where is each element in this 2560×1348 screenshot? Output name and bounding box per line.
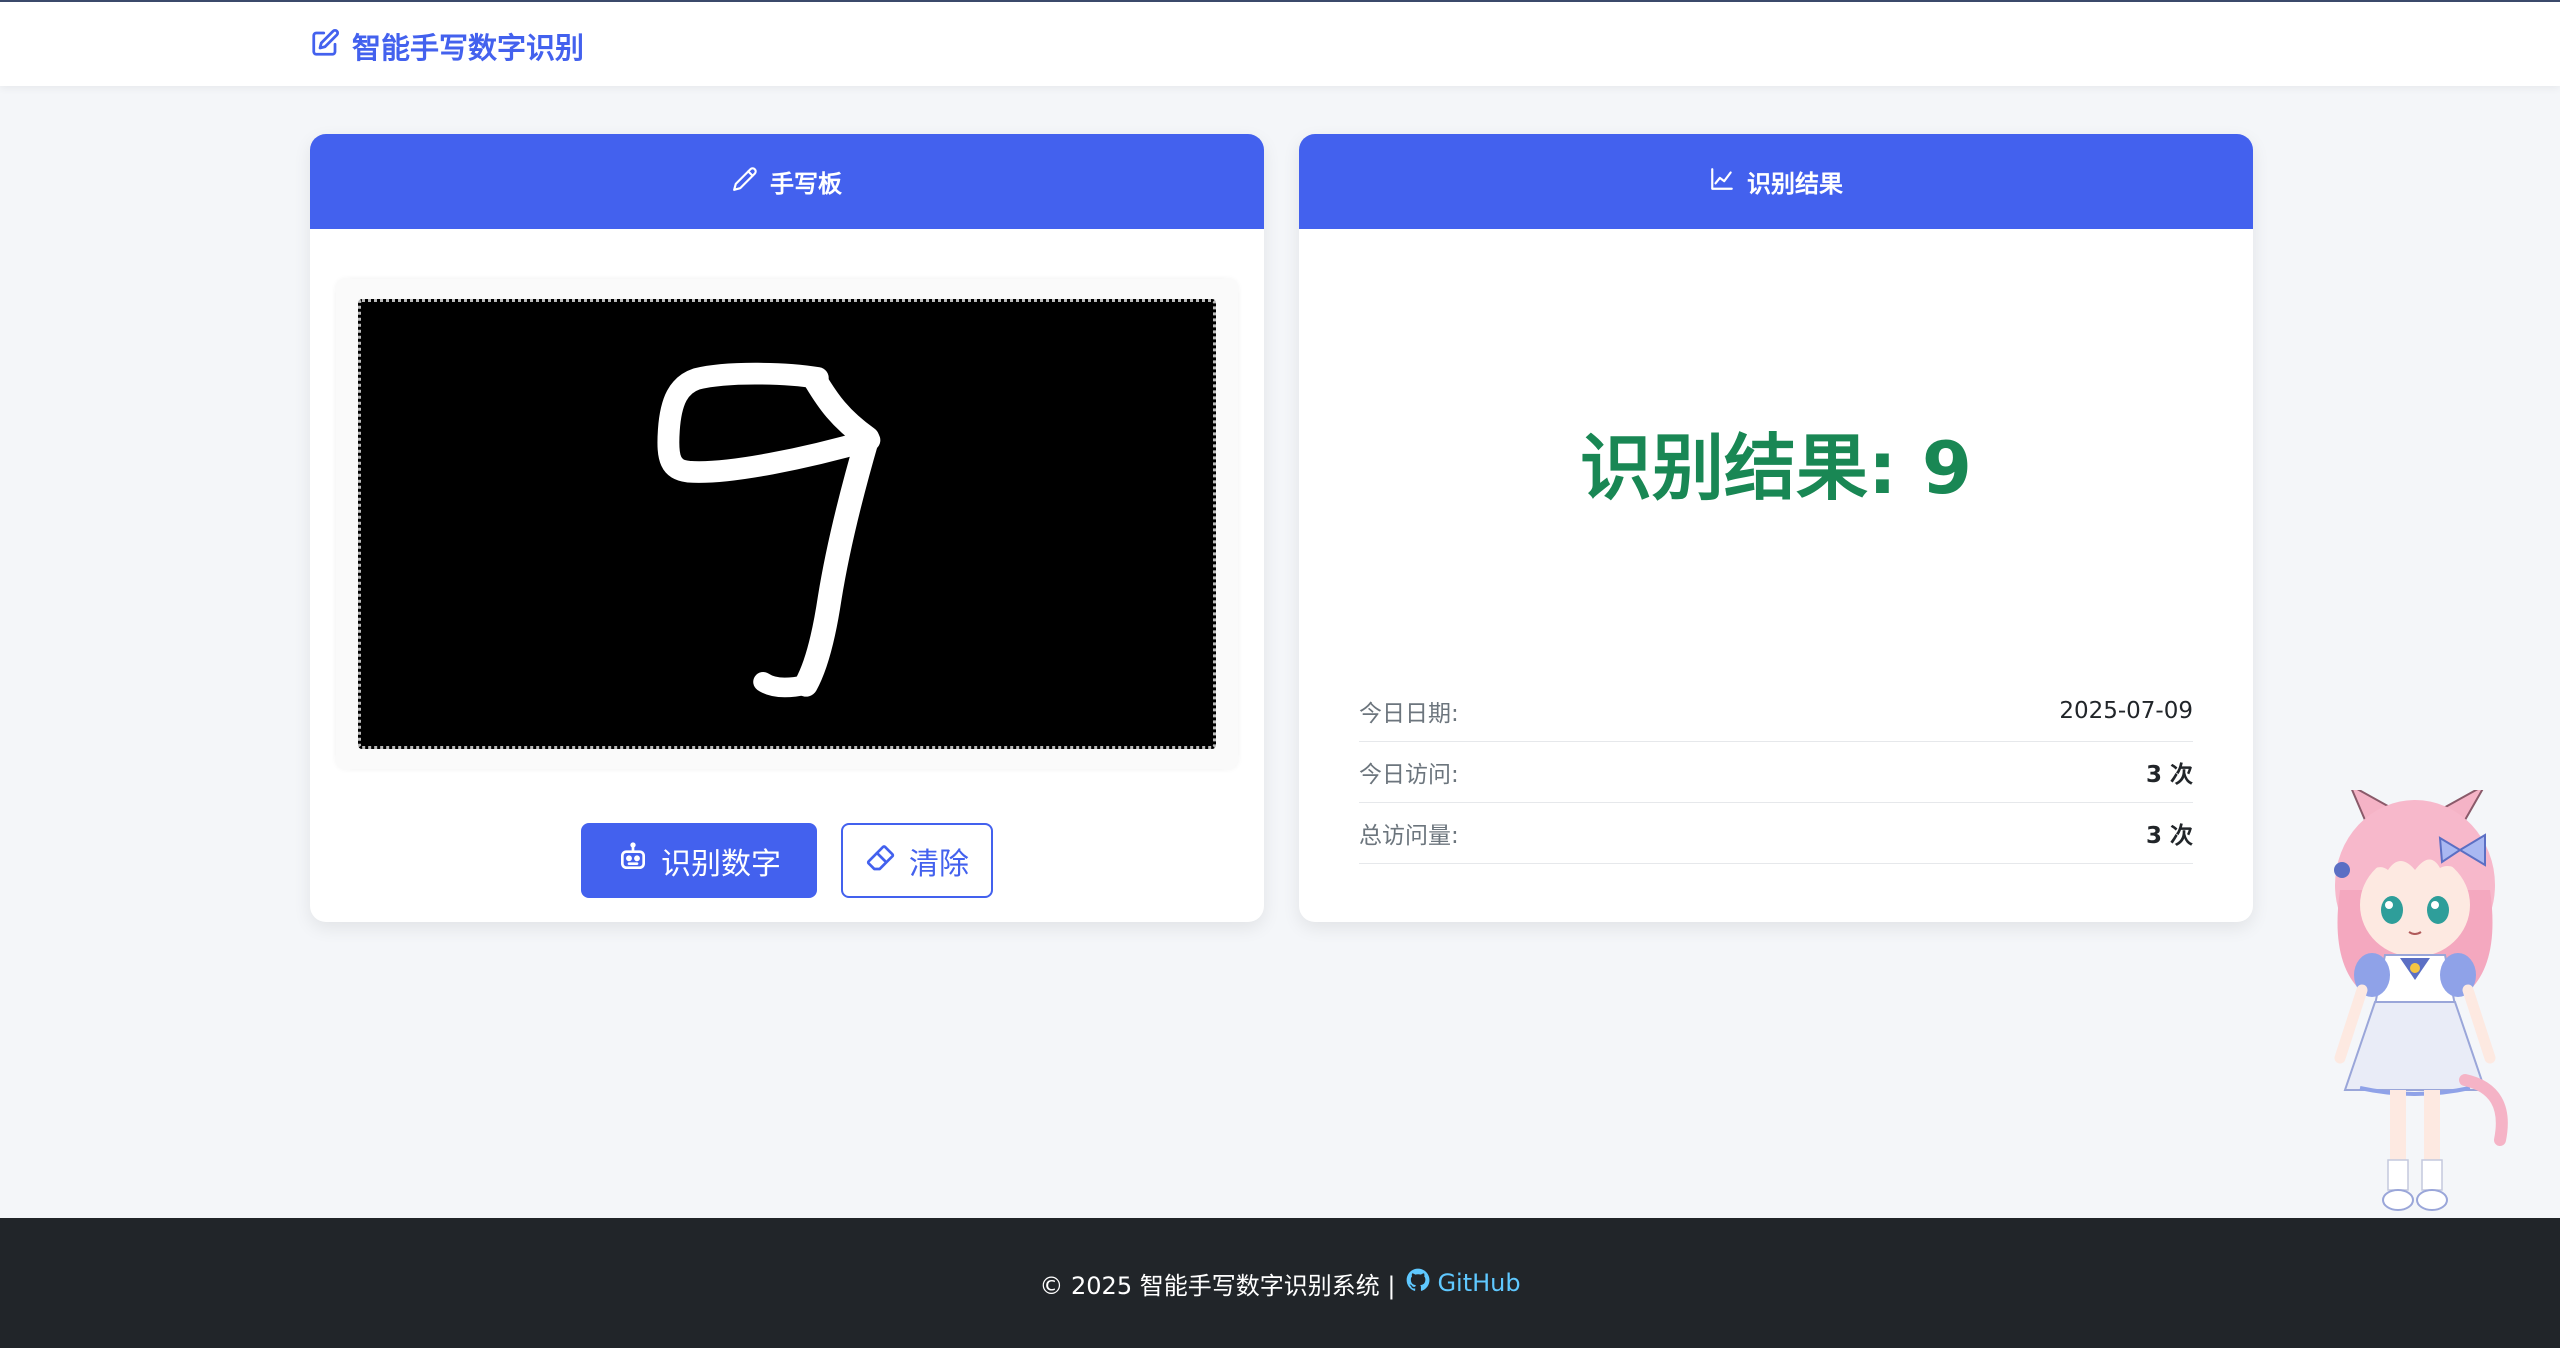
- recognition-result: 识别结果: 9: [1580, 426, 1972, 510]
- pencil-square-icon: [310, 28, 340, 65]
- stat-value: 3 次: [2145, 762, 2193, 788]
- drawing-card-title: 手写板: [770, 170, 842, 198]
- result-card: 识别结果 识别结果: 9 今日日期: 2025-07-09 今日访问: 3 次 …: [1299, 134, 2253, 922]
- graph-up-icon: [1709, 166, 1735, 198]
- drawing-actions: 识别数字 清除: [310, 823, 1264, 898]
- stat-value: 3 次: [2145, 823, 2193, 849]
- footer-copyright: © 2025 智能手写数字识别系统 |: [1039, 1271, 1396, 1300]
- navbar: 智能手写数字识别: [0, 0, 2560, 86]
- brand-title: 智能手写数字识别: [352, 31, 585, 65]
- stat-label: 今日访问:: [1359, 762, 1459, 788]
- stat-row-today-visits: 今日访问: 3 次: [1359, 742, 2193, 803]
- robot-icon: [617, 841, 649, 881]
- github-link-label: GitHub: [1437, 1269, 1521, 1297]
- stat-row-total-visits: 总访问量: 3 次: [1359, 803, 2193, 864]
- stat-value: 2025-07-09: [2059, 698, 2193, 724]
- clear-button-label: 清除: [909, 846, 969, 882]
- clear-button[interactable]: 清除: [841, 823, 993, 898]
- drawing-canvas[interactable]: [358, 299, 1216, 749]
- mascot-character[interactable]: [2290, 782, 2540, 1230]
- stat-label: 总访问量:: [1359, 823, 1459, 849]
- pencil-icon: [732, 166, 758, 198]
- drawing-card-header: 手写板: [310, 134, 1264, 229]
- result-card-title: 识别结果: [1747, 170, 1843, 198]
- github-link[interactable]: GitHub: [1405, 1267, 1521, 1299]
- stat-row-date: 今日日期: 2025-07-09: [1359, 681, 2193, 742]
- stat-label: 今日日期:: [1359, 701, 1459, 727]
- recognize-button-label: 识别数字: [661, 846, 781, 882]
- result-card-header: 识别结果: [1299, 134, 2253, 229]
- recognize-button[interactable]: 识别数字: [581, 823, 817, 898]
- footer: © 2025 智能手写数字识别系统 | GitHub: [0, 1218, 2560, 1348]
- navbar-brand[interactable]: 智能手写数字识别: [310, 28, 585, 65]
- eraser-icon: [865, 841, 897, 881]
- github-icon: [1405, 1267, 1431, 1299]
- canvas-container: [336, 279, 1238, 769]
- drawing-card: 手写板 识别数字 清除: [310, 134, 1264, 922]
- visit-stats: 今日日期: 2025-07-09 今日访问: 3 次 总访问量: 3 次: [1359, 681, 2193, 864]
